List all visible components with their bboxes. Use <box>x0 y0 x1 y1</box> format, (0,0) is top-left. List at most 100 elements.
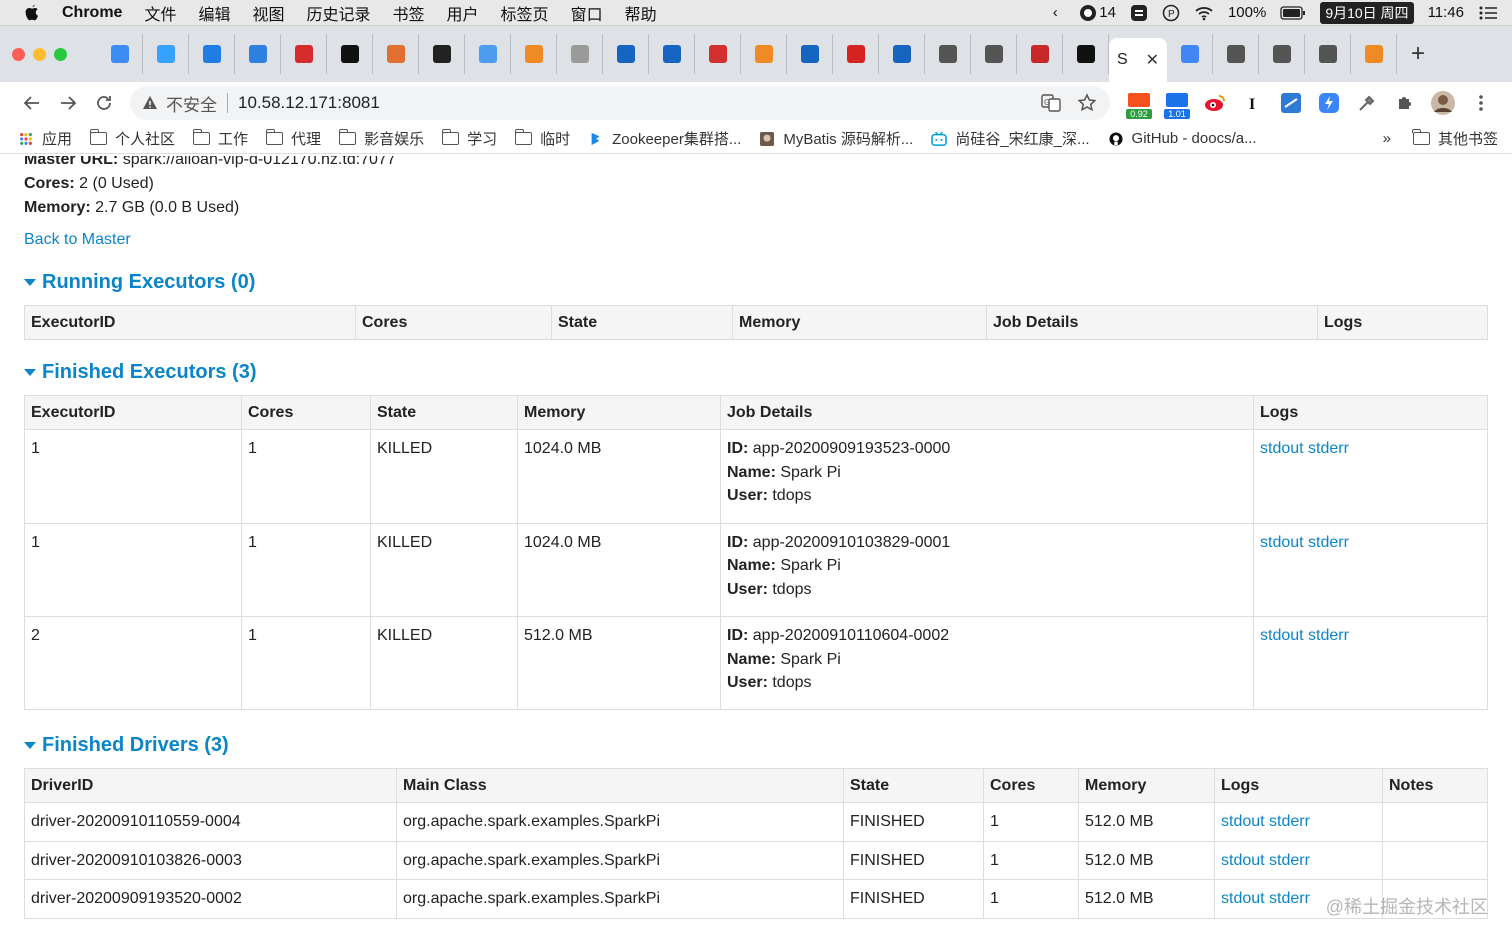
browser-tab[interactable] <box>373 34 419 74</box>
extensions-menu-button[interactable] <box>1392 90 1418 116</box>
column-header[interactable]: Logs <box>1214 768 1383 803</box>
column-header[interactable]: Main Class <box>396 768 844 803</box>
menu-file[interactable]: 文件 <box>144 1 176 25</box>
column-header[interactable]: ExecutorID <box>24 395 242 430</box>
menu-view[interactable]: 视图 <box>252 1 284 25</box>
warning-icon[interactable] <box>142 95 158 111</box>
column-header[interactable]: Memory <box>1078 768 1215 803</box>
weather-widget[interactable]: 14 <box>1079 4 1116 22</box>
close-window-button[interactable] <box>12 47 25 61</box>
column-header[interactable]: State <box>370 395 518 430</box>
browser-tab[interactable] <box>1017 34 1063 74</box>
browser-tab[interactable] <box>1063 34 1109 74</box>
extension-meter-2[interactable]: 1.01 <box>1164 90 1190 119</box>
browser-tab[interactable] <box>1167 34 1213 74</box>
chevron-left-icon[interactable]: ‹ <box>1045 4 1065 22</box>
menu-window[interactable]: 窗口 <box>571 1 603 25</box>
browser-tab[interactable] <box>649 34 695 74</box>
browser-tab[interactable] <box>511 34 557 74</box>
close-tab-button[interactable]: ✕ <box>1146 50 1159 70</box>
zoom-window-button[interactable] <box>54 47 67 61</box>
battery-icon[interactable] <box>1280 5 1306 20</box>
browser-tab[interactable] <box>925 34 971 74</box>
back-to-master-link[interactable]: Back to Master <box>24 231 1488 249</box>
bookmark-github[interactable]: GitHub - doocs/a... <box>1108 130 1257 147</box>
stderr-link[interactable]: stderr <box>1308 627 1349 644</box>
browser-tab[interactable] <box>1305 34 1351 74</box>
column-header[interactable]: Cores <box>983 768 1079 803</box>
bookmark-folder-proxy[interactable]: 代理 <box>265 128 321 149</box>
browser-tab[interactable] <box>419 34 465 74</box>
p-circle-icon[interactable]: P <box>1162 4 1180 22</box>
column-header[interactable]: Memory <box>517 395 721 430</box>
weibo-extension-icon[interactable] <box>1202 90 1228 116</box>
stderr-link[interactable]: stderr <box>1308 534 1349 551</box>
bookmark-mybatis[interactable]: MyBatis 源码解析... <box>759 128 913 149</box>
forward-button[interactable] <box>50 87 86 119</box>
instapaper-extension-icon[interactable]: I <box>1240 90 1266 116</box>
bookmark-folder-media[interactable]: 影音娱乐 <box>338 128 424 149</box>
bookmarks-overflow-button[interactable]: » <box>1383 130 1391 147</box>
stderr-link[interactable]: stderr <box>1308 440 1349 457</box>
bookmark-folder-personal[interactable]: 个人社区 <box>89 128 175 149</box>
browser-tab[interactable] <box>1213 34 1259 74</box>
bookmark-zookeeper[interactable]: Zookeeper集群搭... <box>588 128 741 149</box>
browser-tab[interactable] <box>97 34 143 74</box>
browser-tab[interactable] <box>833 34 879 74</box>
column-header[interactable]: Logs <box>1253 395 1488 430</box>
wifi-icon[interactable] <box>1194 5 1214 21</box>
stderr-link[interactable]: stderr <box>1269 852 1310 869</box>
browser-tab[interactable] <box>1259 34 1305 74</box>
browser-tab[interactable] <box>327 34 373 74</box>
bookmark-star-icon[interactable] <box>1076 92 1098 114</box>
bookmark-folder-work[interactable]: 工作 <box>192 128 248 149</box>
notification-center-icon[interactable] <box>1478 5 1498 21</box>
finished-executors-heading[interactable]: Finished Executors (3) <box>24 361 1488 384</box>
stdout-link[interactable]: stdout <box>1260 534 1304 551</box>
insecure-label[interactable]: 不安全 <box>166 91 217 116</box>
sync-app-icon[interactable] <box>1130 4 1148 22</box>
browser-tab[interactable] <box>787 34 833 74</box>
menu-tab[interactable]: 标签页 <box>501 1 549 25</box>
browser-tab[interactable] <box>1351 34 1397 74</box>
browser-tab[interactable] <box>465 34 511 74</box>
bookmark-folder-study[interactable]: 学习 <box>441 128 497 149</box>
column-header[interactable]: Cores <box>241 395 371 430</box>
bookmark-folder-temp[interactable]: 临时 <box>514 128 570 149</box>
extension-meter-1[interactable]: 0.92 <box>1126 90 1152 119</box>
column-header[interactable]: DriverID <box>24 768 397 803</box>
running-executors-heading[interactable]: Running Executors (0) <box>24 271 1488 294</box>
column-header[interactable]: Notes <box>1382 768 1488 803</box>
browser-tab[interactable] <box>143 34 189 74</box>
browser-tab[interactable] <box>603 34 649 74</box>
bookmark-folder-other[interactable]: 其他书签 <box>1412 128 1498 149</box>
back-button[interactable] <box>14 87 50 119</box>
url-text[interactable]: 10.58.12.171:8081 <box>238 93 1026 113</box>
stdout-link[interactable]: stdout <box>1260 627 1304 644</box>
column-header[interactable]: ExecutorID <box>24 305 356 340</box>
apple-logo-icon[interactable] <box>24 4 40 22</box>
profile-avatar[interactable] <box>1430 90 1456 116</box>
stdout-link[interactable]: stdout <box>1221 890 1265 907</box>
bookmark-bilibili[interactable]: 尚硅谷_宋红康_深... <box>931 128 1090 149</box>
menu-history[interactable]: 历史记录 <box>307 1 371 25</box>
stdout-link[interactable]: stdout <box>1260 440 1304 457</box>
browser-tab[interactable] <box>557 34 603 74</box>
eyedropper-extension-icon[interactable] <box>1354 90 1380 116</box>
date-display[interactable]: 9月10日 周四 <box>1320 1 1414 24</box>
stdout-link[interactable]: stdout <box>1221 852 1265 869</box>
browser-tab[interactable] <box>741 34 787 74</box>
browser-tab[interactable] <box>971 34 1017 74</box>
tab-active[interactable]: S ✕ <box>1109 38 1167 82</box>
blue-extension-icon[interactable] <box>1316 90 1342 116</box>
browser-tab[interactable] <box>695 34 741 74</box>
finished-drivers-heading[interactable]: Finished Drivers (3) <box>24 734 1488 757</box>
bookmark-apps[interactable]: 应用 <box>18 128 72 149</box>
chrome-menu-button[interactable] <box>1468 90 1494 116</box>
column-header[interactable]: Cores <box>355 305 552 340</box>
browser-tab[interactable] <box>189 34 235 74</box>
clock-time[interactable]: 11:46 <box>1428 4 1464 21</box>
browser-tab[interactable] <box>235 34 281 74</box>
browser-tab[interactable] <box>879 34 925 74</box>
menu-edit[interactable]: 编辑 <box>198 1 230 25</box>
